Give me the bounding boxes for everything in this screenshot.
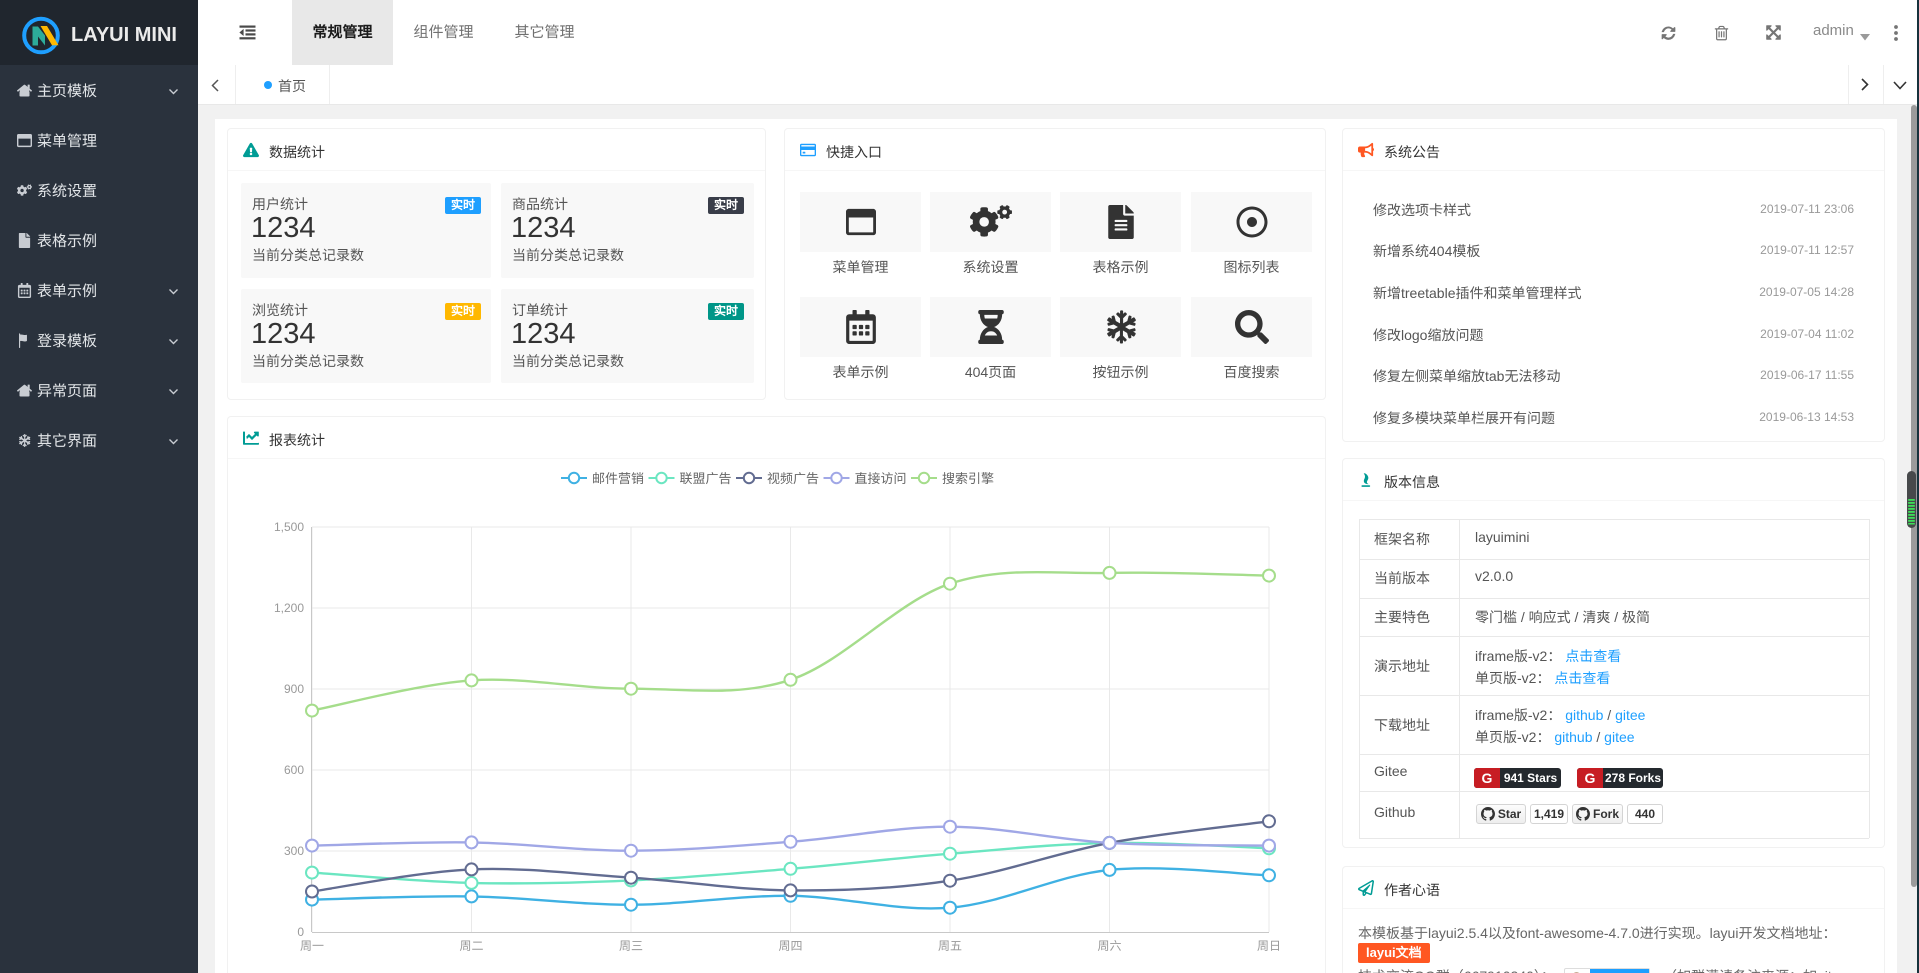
svg-text:1,200: 1,200 xyxy=(274,601,304,615)
svg-text:1,500: 1,500 xyxy=(274,520,304,534)
svg-text:0: 0 xyxy=(297,925,304,939)
svg-text:周六: 周六 xyxy=(1097,939,1121,953)
svg-text:直接访问: 直接访问 xyxy=(855,471,907,486)
svg-text:900: 900 xyxy=(284,682,304,696)
svg-text:周五: 周五 xyxy=(938,939,962,953)
svg-text:300: 300 xyxy=(284,844,304,858)
svg-text:搜索引擎: 搜索引擎 xyxy=(942,471,994,486)
svg-text:周日: 周日 xyxy=(1257,939,1281,953)
svg-text:周二: 周二 xyxy=(459,939,483,953)
svg-text:周三: 周三 xyxy=(619,939,643,953)
svg-text:周一: 周一 xyxy=(300,939,324,953)
svg-text:600: 600 xyxy=(284,763,304,777)
svg-text:周四: 周四 xyxy=(778,939,802,953)
svg-text:邮件营销: 邮件营销 xyxy=(592,471,644,486)
svg-text:视频广告: 视频广告 xyxy=(767,471,819,486)
svg-text:联盟广告: 联盟广告 xyxy=(680,471,732,486)
